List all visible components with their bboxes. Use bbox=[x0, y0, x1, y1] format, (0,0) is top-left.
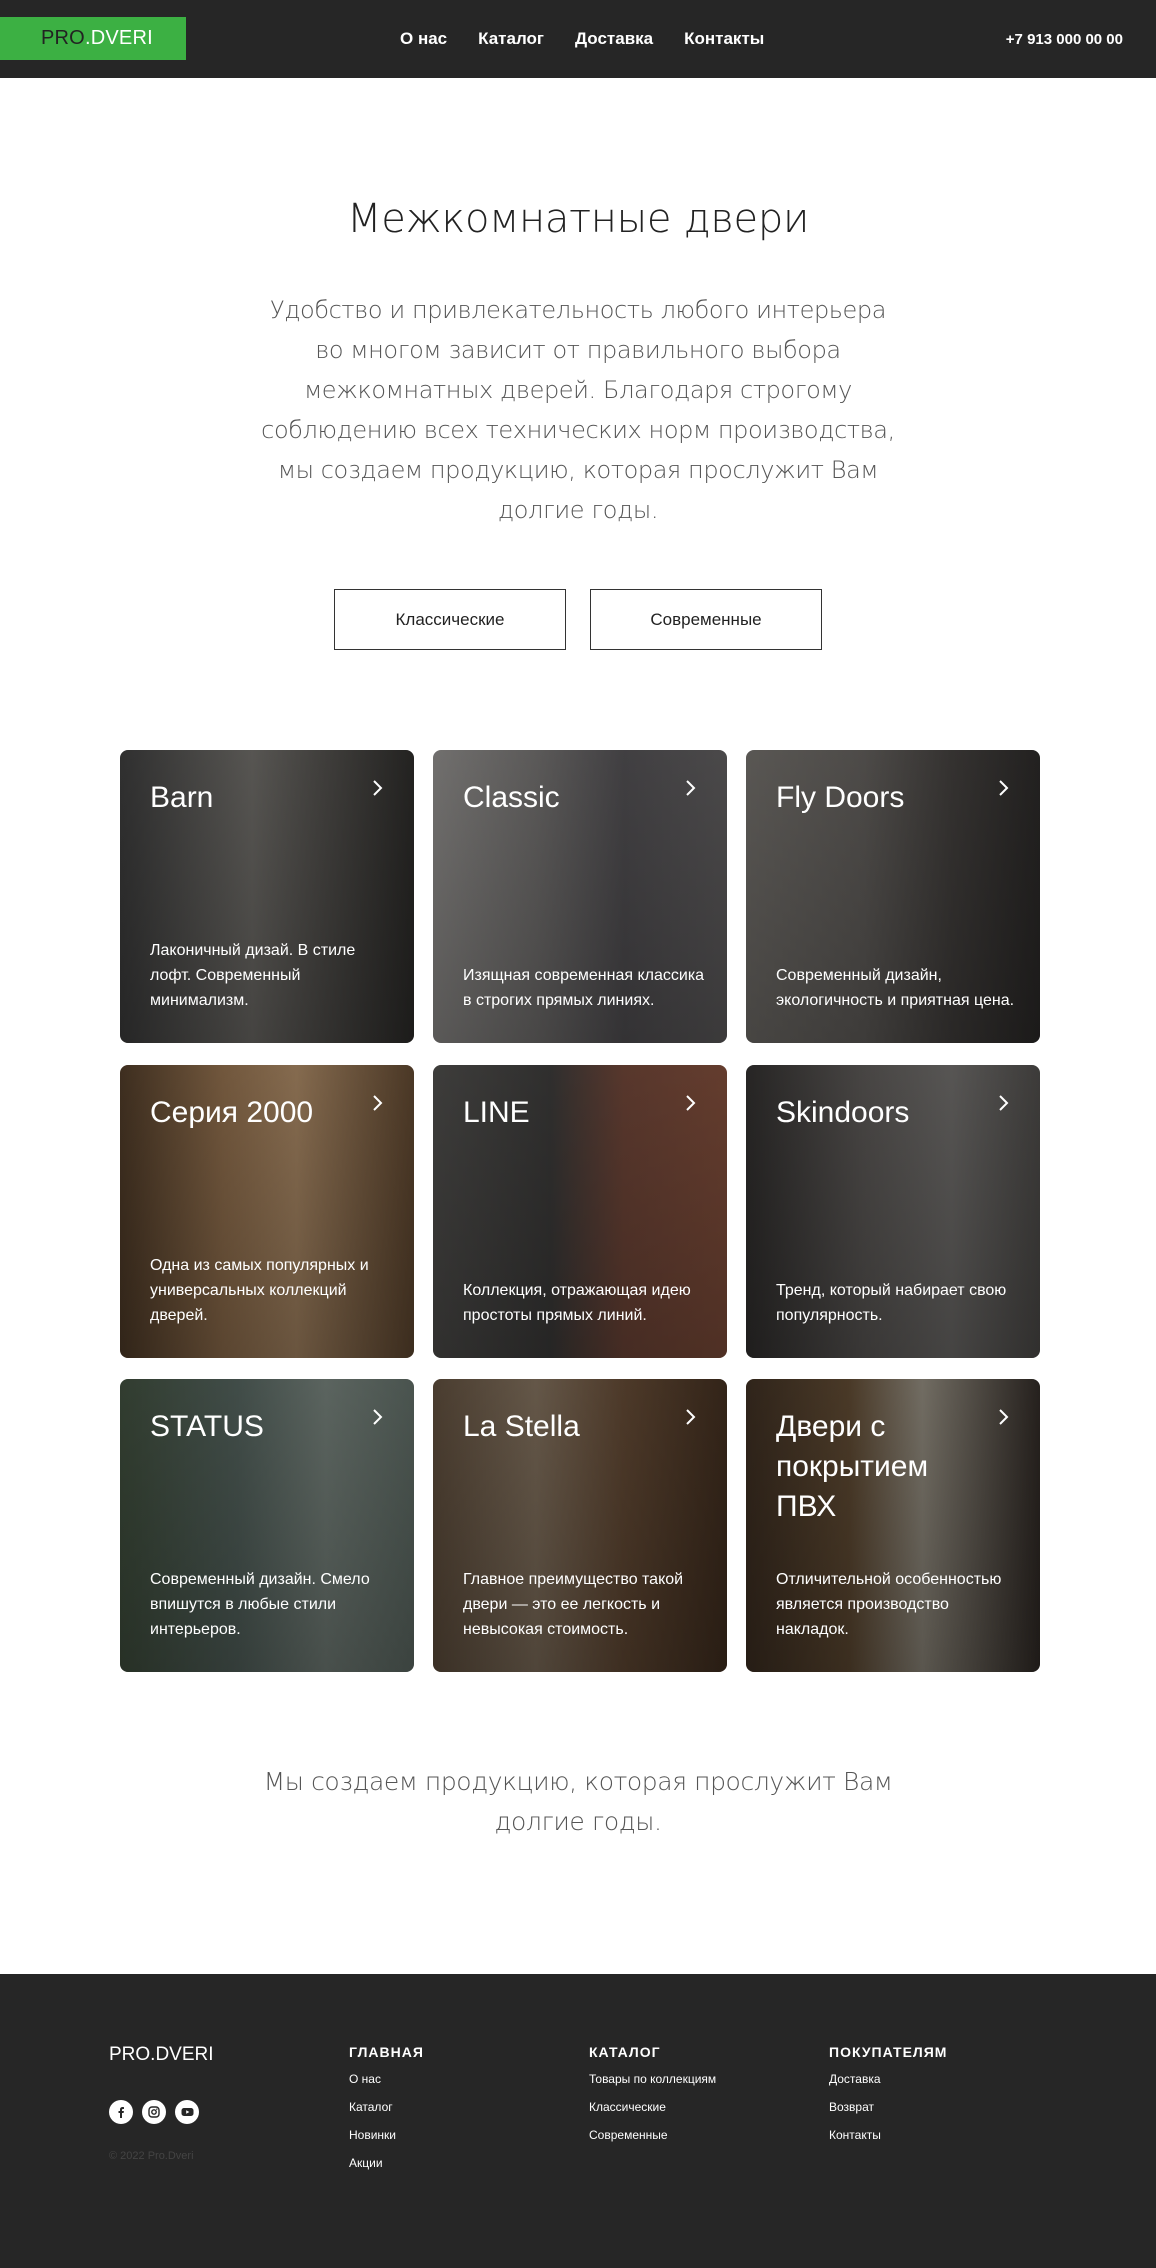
card-title: Серия 2000 bbox=[150, 1096, 314, 1129]
collection-card-classic[interactable]: Classic Изящная современная классика в с… bbox=[433, 750, 727, 1043]
phone-number[interactable]: +7 913 000 00 00 bbox=[1006, 0, 1123, 78]
modern-filter-button[interactable]: Современные bbox=[590, 589, 822, 650]
card-description: Коллекция, отражающая идею простоты прям… bbox=[463, 1282, 691, 1324]
chevron-right-icon bbox=[686, 780, 696, 796]
footer-link[interactable]: Контакты bbox=[829, 2128, 947, 2142]
collection-card-line[interactable]: LINE Коллекция, отражающая идею простоты… bbox=[433, 1065, 727, 1358]
collection-card-la-stella[interactable]: La Stella Главное преимущество такой две… bbox=[433, 1379, 727, 1672]
card-title: Fly Doors bbox=[776, 781, 905, 814]
footer-link[interactable]: Возврат bbox=[829, 2100, 947, 2114]
copyright: © 2022 Pro.Dveri bbox=[109, 2150, 194, 2162]
card-title: Classic bbox=[463, 781, 560, 814]
card-description: Лаконичный дизай. В стиле лофт. Современ… bbox=[150, 942, 356, 1009]
card-description: Главное преимущество такой двери — это е… bbox=[463, 1571, 684, 1638]
footer-col-catalog: КАТАЛОГ Товары по коллекциям Классически… bbox=[589, 2044, 716, 2156]
footer-link[interactable]: Акции bbox=[349, 2156, 424, 2170]
footer-col-title: ГЛАВНАЯ bbox=[349, 2044, 424, 2060]
instagram-icon[interactable] bbox=[142, 2100, 166, 2124]
chevron-right-icon bbox=[999, 780, 1009, 796]
card-title: STATUS bbox=[150, 1410, 264, 1443]
classic-filter-button[interactable]: Классические bbox=[334, 589, 566, 650]
page-title: Межкомнатные двери bbox=[346, 196, 810, 242]
footer-link[interactable]: Каталог bbox=[349, 2100, 424, 2114]
chevron-right-icon bbox=[686, 1409, 696, 1425]
logo-part2: DVERI bbox=[90, 27, 153, 49]
chevron-right-icon bbox=[373, 780, 383, 796]
collection-card-skindoors[interactable]: Skindoors Тренд, который набирает свою п… bbox=[746, 1065, 1040, 1358]
chevron-right-icon bbox=[999, 1409, 1009, 1425]
chevron-right-icon bbox=[373, 1095, 383, 1111]
card-title: Skindoors bbox=[776, 1096, 910, 1129]
footer-link[interactable]: Товары по коллекциям bbox=[589, 2072, 716, 2086]
card-description: Современный дизайн, экологичность и прия… bbox=[776, 967, 1015, 1009]
chevron-right-icon bbox=[686, 1095, 696, 1111]
footer-link[interactable]: Доставка bbox=[829, 2072, 947, 2086]
footer-logo[interactable]: PRO.DVERI bbox=[109, 2044, 214, 2066]
card-description: Отличительной особенностью является прои… bbox=[776, 1571, 1002, 1638]
footer-link[interactable]: О нас bbox=[349, 2072, 424, 2086]
collection-card-pvc[interactable]: Двери с покрытием ПВХ Отличительной особ… bbox=[746, 1379, 1040, 1672]
logo-part1: PRO bbox=[41, 27, 85, 49]
card-title: La Stella bbox=[463, 1410, 580, 1443]
card-description: Тренд, который набирает свою популярност… bbox=[776, 1282, 1007, 1324]
footer-col-customers: ПОКУПАТЕЛЯМ Доставка Возврат Контакты bbox=[829, 2044, 947, 2156]
outro-text: Мы создаем продукцию, которая прослужит … bbox=[263, 1767, 893, 1836]
site-footer: PRO.DVERI © 2022 Pro.Dveri ГЛАВНАЯ О нас… bbox=[0, 1974, 1156, 2268]
intro-text: Удобство и привлекательность любого инте… bbox=[261, 296, 895, 524]
card-description: Современный дизайн. Смело впишутся в люб… bbox=[150, 1571, 370, 1638]
social-links bbox=[109, 2100, 199, 2124]
chevron-right-icon bbox=[999, 1095, 1009, 1111]
footer-col-title: ПОКУПАТЕЛЯМ bbox=[829, 2044, 948, 2060]
nav-delivery[interactable]: Доставка bbox=[575, 29, 653, 49]
card-title: Двери с покрытием ПВХ bbox=[776, 1410, 929, 1523]
collection-card-status[interactable]: STATUS Современный дизайн. Смело впишутс… bbox=[120, 1379, 414, 1672]
card-description: Одна из самых популярных и универсальных… bbox=[150, 1257, 369, 1324]
footer-link[interactable]: Классические bbox=[589, 2100, 716, 2114]
youtube-icon[interactable] bbox=[175, 2100, 199, 2124]
card-title: LINE bbox=[463, 1096, 530, 1129]
collection-card-fly-doors[interactable]: Fly Doors Современный дизайн, экологично… bbox=[746, 750, 1040, 1043]
nav-contacts[interactable]: Контакты bbox=[684, 29, 764, 49]
footer-link[interactable]: Современные bbox=[589, 2128, 716, 2142]
collection-card-barn[interactable]: Barn Лаконичный дизай. В стиле лофт. Сов… bbox=[120, 750, 414, 1043]
chevron-right-icon bbox=[373, 1409, 383, 1425]
logo[interactable]: PRO.DVERI bbox=[0, 17, 186, 60]
card-title: Barn bbox=[150, 781, 214, 814]
nav-catalog[interactable]: Каталог bbox=[478, 29, 544, 49]
footer-col-main: ГЛАВНАЯ О нас Каталог Новинки Акции bbox=[349, 2044, 424, 2184]
nav-about[interactable]: О нас bbox=[400, 29, 447, 49]
facebook-icon[interactable] bbox=[109, 2100, 133, 2124]
card-description: Изящная современная классика в строгих п… bbox=[463, 967, 705, 1009]
collection-card-series-2000[interactable]: Серия 2000 Одна из самых популярных и ун… bbox=[120, 1065, 414, 1358]
site-header: PRO.DVERI О нас Каталог Доставка Контакт… bbox=[0, 0, 1156, 78]
footer-link[interactable]: Новинки bbox=[349, 2128, 424, 2142]
footer-col-title: КАТАЛОГ bbox=[589, 2044, 661, 2060]
main-nav: О нас Каталог Доставка Контакты bbox=[400, 0, 795, 78]
